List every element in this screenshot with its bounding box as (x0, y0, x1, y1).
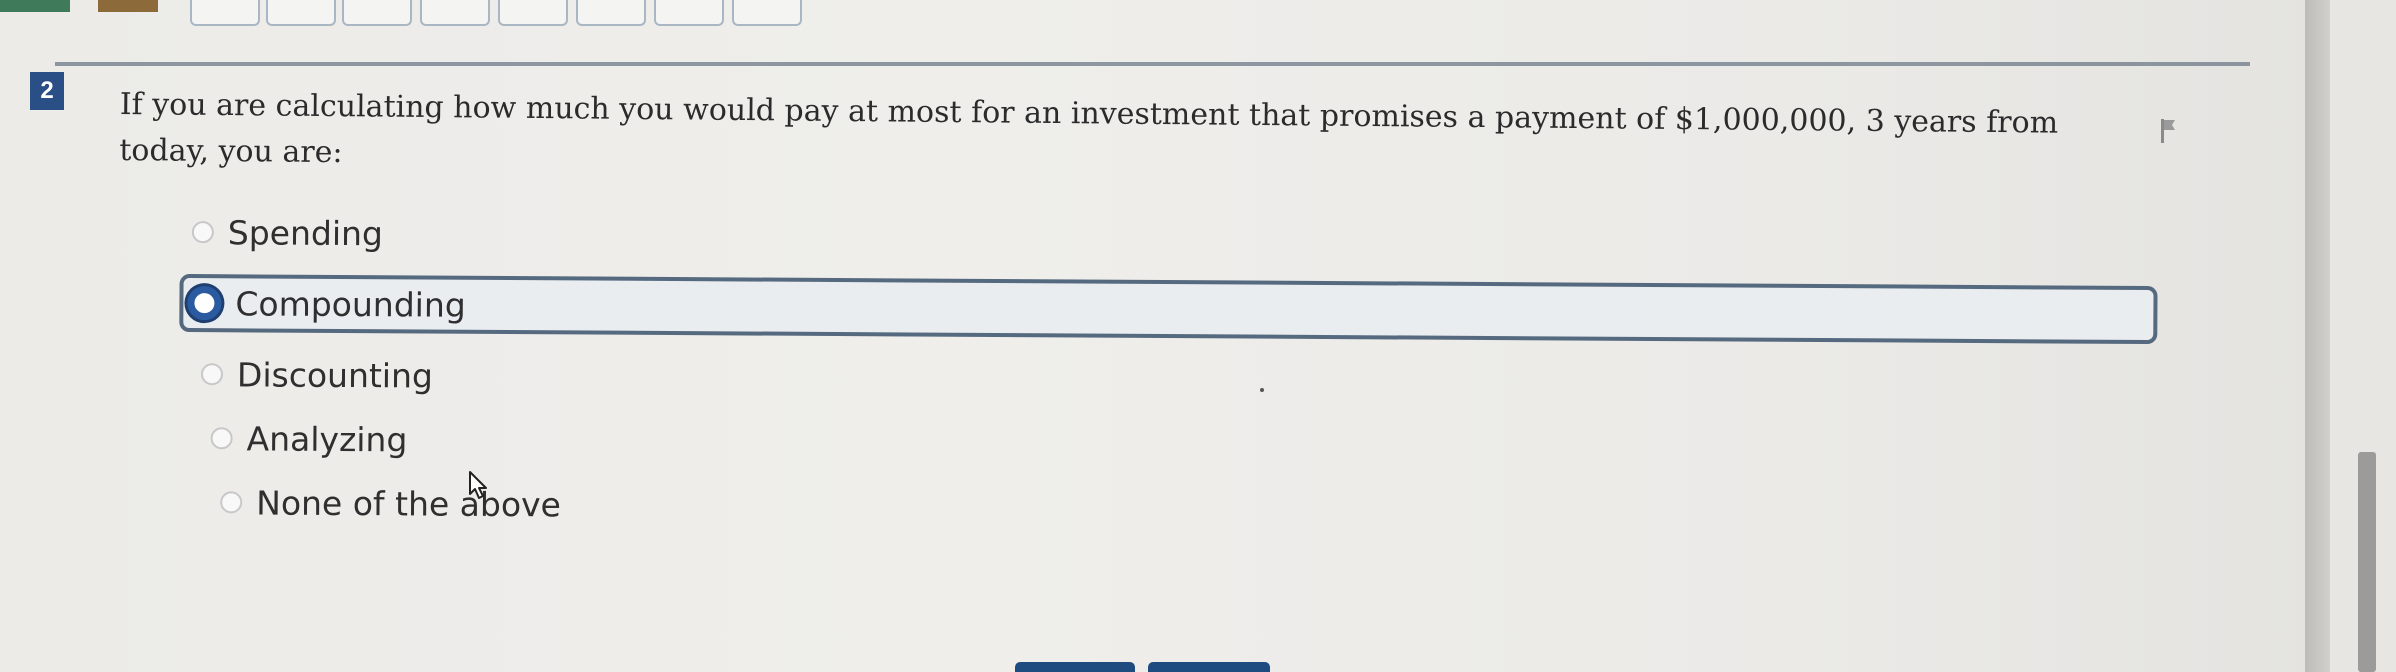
option-label: None of the above (256, 482, 562, 524)
toolbar-tab-brown[interactable] (98, 0, 158, 12)
option-analyzing[interactable]: Analyzing (198, 416, 2178, 472)
question-nav-button-1[interactable] (190, 0, 260, 26)
question-nav-button-6[interactable] (576, 0, 646, 26)
radio-selected-icon[interactable] (187, 286, 222, 321)
next-button[interactable] (1148, 662, 1270, 672)
question-text: If you are calculating how much you woul… (119, 86, 2059, 171)
quiz-screen: 2 If you are calculating how much you wo… (0, 0, 2396, 672)
question-nav-button-7[interactable] (654, 0, 724, 26)
scrollbar-thumb[interactable] (2358, 452, 2376, 672)
question-nav-button-2[interactable] (266, 0, 336, 26)
option-none-of-the-above[interactable]: None of the above (208, 480, 2178, 536)
option-label: Discounting (236, 354, 434, 396)
option-label: Compounding (235, 283, 466, 325)
question-nav-button-8[interactable] (732, 0, 802, 26)
option-label: Analyzing (246, 418, 408, 459)
radio-icon[interactable] (210, 427, 233, 450)
question-nav-button-5[interactable] (498, 0, 568, 26)
answer-options: Spending Compounding Discounting Analyzi… (178, 210, 2180, 556)
toolbar-tab-green[interactable] (0, 0, 70, 12)
question-number-badge: 2 (30, 72, 64, 110)
option-discounting[interactable]: Discounting (189, 352, 2179, 408)
radio-icon[interactable] (191, 221, 214, 244)
radio-icon[interactable] (220, 491, 243, 514)
question-nav-button-3[interactable] (342, 0, 412, 26)
previous-button[interactable] (1015, 662, 1135, 672)
option-spending[interactable]: Spending (180, 210, 2180, 266)
radio-icon[interactable] (200, 363, 224, 386)
option-label: Spending (227, 212, 384, 253)
option-compounding[interactable]: Compounding (179, 273, 2158, 345)
screen-speck (1260, 388, 1264, 392)
top-toolbar (0, 0, 820, 30)
flag-icon[interactable] (2160, 118, 2176, 144)
question-nav-button-4[interactable] (420, 0, 490, 26)
mouse-pointer-icon (469, 471, 487, 499)
question-divider (55, 62, 2250, 66)
